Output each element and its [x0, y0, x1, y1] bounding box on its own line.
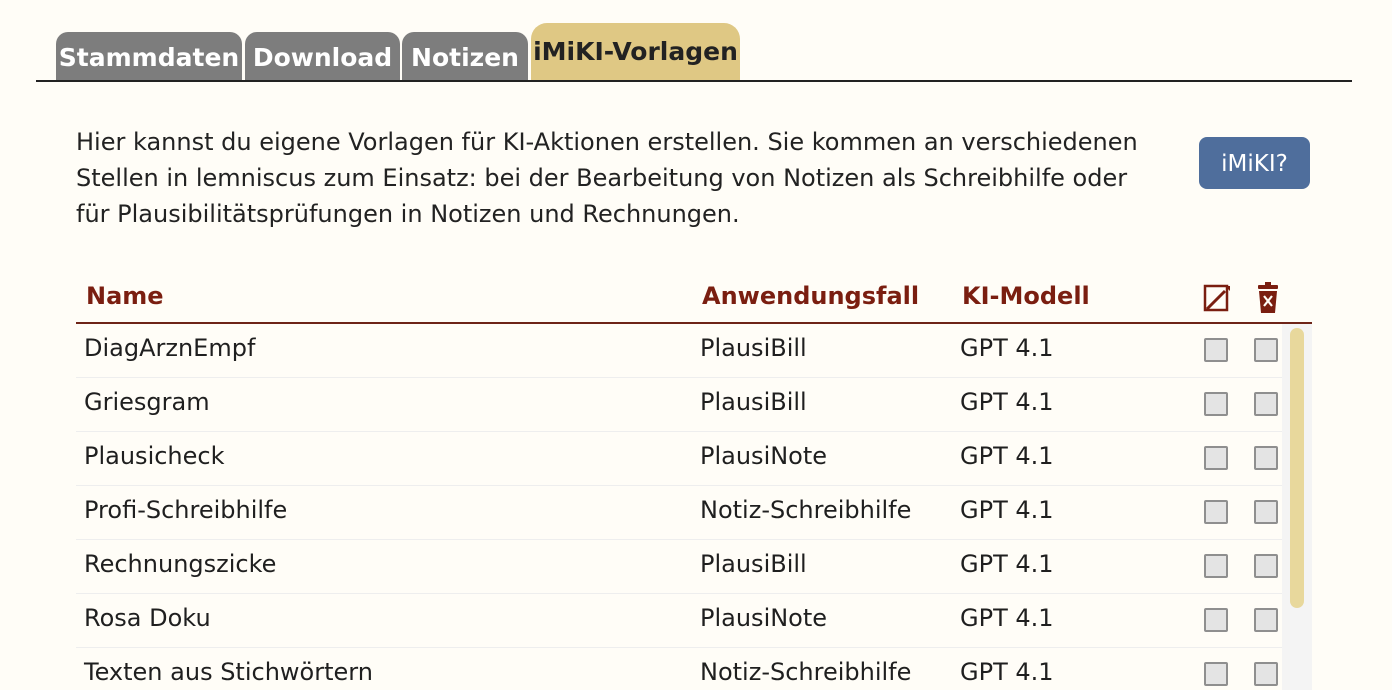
cell-model: GPT 4.1	[960, 334, 1054, 362]
cell-usecase: PlausiNote	[700, 442, 828, 470]
cell-name: Rosa Doku	[84, 604, 211, 632]
delete-checkbox[interactable]	[1254, 392, 1278, 416]
cell-model: GPT 4.1	[960, 550, 1054, 578]
column-header-name[interactable]: Name	[86, 282, 164, 310]
cell-name: Profi-Schreibhilfe	[84, 496, 288, 524]
delete-checkbox[interactable]	[1254, 554, 1278, 578]
cell-usecase: Notiz-Schreibhilfe	[700, 658, 912, 686]
cell-name: Griesgram	[84, 388, 210, 416]
column-header-usecase[interactable]: Anwendungsfall	[702, 282, 919, 310]
cell-model: GPT 4.1	[960, 442, 1054, 470]
scrollbar-thumb[interactable]	[1290, 328, 1304, 608]
edit-checkbox[interactable]	[1204, 392, 1228, 416]
table-row[interactable]: Profi-Schreibhilfe Notiz-Schreibhilfe GP…	[76, 486, 1282, 540]
tab-imiki-vorlagen[interactable]: iMiKI-Vorlagen	[531, 23, 740, 80]
intro-line-1: Hier kannst du eigene Vorlagen für KI-Ak…	[76, 128, 1138, 156]
cell-usecase: PlausiBill	[700, 550, 807, 578]
template-table-body: DiagArznEmpf PlausiBill GPT 4.1 Griesgra…	[76, 324, 1312, 690]
table-row[interactable]: DiagArznEmpf PlausiBill GPT 4.1	[76, 324, 1282, 378]
intro-line-2: Stellen in lemniscus zum Einsatz: bei de…	[76, 164, 1128, 192]
tab-notizen[interactable]: Notizen	[402, 32, 528, 80]
trash-icon	[1258, 282, 1278, 313]
cell-name: Texten aus Stichwörtern	[84, 658, 373, 686]
cell-model: GPT 4.1	[960, 388, 1054, 416]
delete-checkbox[interactable]	[1254, 608, 1278, 632]
edit-checkbox[interactable]	[1204, 500, 1228, 524]
edit-checkbox[interactable]	[1204, 608, 1228, 632]
delete-checkbox[interactable]	[1254, 446, 1278, 470]
table-row[interactable]: Texten aus Stichwörtern Notiz-Schreibhil…	[76, 648, 1282, 690]
column-header-model[interactable]: KI-Modell	[962, 282, 1090, 310]
cell-usecase: PlausiBill	[700, 334, 807, 362]
table-row[interactable]: Plausicheck PlausiNote GPT 4.1	[76, 432, 1282, 486]
intro-line-3: für Plausibilitätsprüfungen in Notizen u…	[76, 200, 740, 228]
edit-icon	[1203, 284, 1230, 312]
cell-name: DiagArznEmpf	[84, 334, 256, 362]
table-row[interactable]: Griesgram PlausiBill GPT 4.1	[76, 378, 1282, 432]
delete-checkbox[interactable]	[1254, 500, 1278, 524]
tab-download[interactable]: Download	[245, 32, 400, 80]
cell-name: Rechnungszicke	[84, 550, 277, 578]
cell-model: GPT 4.1	[960, 658, 1054, 686]
edit-checkbox[interactable]	[1204, 554, 1228, 578]
cell-usecase: PlausiBill	[700, 388, 807, 416]
cell-usecase: PlausiNote	[700, 604, 828, 632]
edit-checkbox[interactable]	[1204, 662, 1228, 686]
table-row[interactable]: Rosa Doku PlausiNote GPT 4.1	[76, 594, 1282, 648]
cell-model: GPT 4.1	[960, 604, 1054, 632]
intro-text: Hier kannst du eigene Vorlagen für KI-Ak…	[76, 124, 1156, 232]
delete-checkbox[interactable]	[1254, 338, 1278, 362]
cell-usecase: Notiz-Schreibhilfe	[700, 496, 912, 524]
cell-name: Plausicheck	[84, 442, 225, 470]
cell-model: GPT 4.1	[960, 496, 1054, 524]
edit-checkbox[interactable]	[1204, 446, 1228, 470]
tab-stammdaten[interactable]: Stammdaten	[56, 32, 242, 80]
edit-checkbox[interactable]	[1204, 338, 1228, 362]
table-header: Name Anwendungsfall KI-Modell	[76, 276, 1312, 324]
delete-checkbox[interactable]	[1254, 662, 1278, 686]
tab-bar: Stammdaten Download Notizen iMiKI-Vorlag…	[36, 0, 1352, 82]
imiki-help-button[interactable]: iMiKI?	[1199, 137, 1310, 189]
table-row[interactable]: Rechnungszicke PlausiBill GPT 4.1	[76, 540, 1282, 594]
